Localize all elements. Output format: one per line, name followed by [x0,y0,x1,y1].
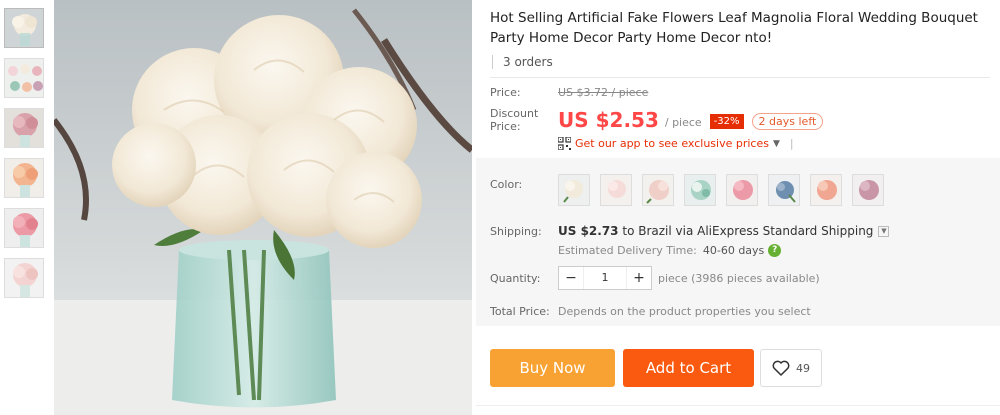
color-swatches [558,174,894,206]
app-promo-link[interactable]: Get our app to see exclusive prices ▼ | [558,137,1000,150]
chevron-down-icon[interactable]: ▼ [878,225,890,237]
add-to-cart-button[interactable]: Add to Cart [623,349,754,387]
color-swatch-green-white[interactable] [684,174,716,206]
thumbnail-3[interactable] [4,108,44,148]
color-swatch-pale-pink[interactable] [642,174,674,206]
thumbnail-4[interactable] [4,158,44,198]
shipping-cost: US $2.73 [558,224,619,238]
color-swatch-light-pink[interactable] [600,174,632,206]
order-count[interactable]: 3 orders [492,55,1000,69]
thumbnail-5[interactable] [4,208,44,248]
color-swatch-mauve[interactable] [852,174,884,206]
discount-price-row: Discount Price: US $2.53 / piece -32% 2 … [490,107,1000,133]
quantity-section: Quantity: − 1 + piece (3986 pieces avail… [490,266,820,290]
divider [476,405,1000,406]
days-left-badge: 2 days left [751,113,824,130]
product-page: Hot Selling Artificial Fake Flowers Leaf… [0,0,1000,415]
quantity-stepper: − 1 + [558,266,652,290]
buy-now-button[interactable]: Buy Now [490,349,615,387]
current-price: US $2.53 [558,108,659,132]
color-swatch-cream[interactable] [558,174,590,206]
color-swatch-peach[interactable] [810,174,842,206]
total-price-value: Depends on the product properties you se… [558,305,811,318]
quantity-input[interactable]: 1 [583,267,627,289]
delivery-days: 40-60 days [702,244,765,257]
chevron-down-icon: ▼ [772,138,780,149]
delivery-estimate: Estimated Delivery Time: 40-60 days ? [558,244,889,257]
price-unit: / piece [664,115,702,129]
discount-badge: -32% [709,114,744,129]
shipping-section: Shipping: US $2.73 to Brazil via AliExpr… [490,224,890,257]
thumbnail-6[interactable] [4,258,44,298]
delivery-label: Estimated Delivery Time: [558,244,697,257]
main-product-image[interactable] [54,0,472,415]
color-label: Color: [490,178,523,191]
color-swatch-pink[interactable] [726,174,758,206]
product-info: Hot Selling Artificial Fake Flowers Leaf… [490,0,1000,150]
total-price-section: Total Price: Depends on the product prop… [490,305,811,318]
divider [490,77,990,78]
action-buttons: Buy Now Add to Cart 49 [490,349,822,387]
shipping-destination: to Brazil via AliExpress Standard Shippi… [622,224,874,238]
thumbnail-1[interactable] [4,8,44,48]
quantity-increase-button[interactable]: + [627,267,651,289]
product-title: Hot Selling Artificial Fake Flowers Leaf… [490,10,978,46]
discount-price-label: Discount Price: [490,107,539,133]
color-swatch-blue[interactable] [768,174,800,206]
app-promo-text: Get our app to see exclusive prices [575,137,769,150]
shipping-method[interactable]: US $2.73 to Brazil via AliExpress Standa… [558,224,890,238]
total-price-label: Total Price: [490,305,550,318]
help-icon[interactable]: ? [768,244,782,257]
shipping-row: Shipping: US $2.73 to Brazil via AliExpr… [490,224,890,240]
quantity-decrease-button[interactable]: − [559,267,583,289]
divider: | [789,137,794,150]
qr-code-icon [558,137,571,150]
shipping-label: Shipping: [490,225,542,238]
wishlist-count: 49 [796,361,810,375]
thumbnail-strip [4,8,46,308]
original-price-row: Price: US $3.72 / piece [490,86,1000,99]
color-selector: Color: [490,174,894,206]
thumbnail-2[interactable] [4,58,44,98]
quantity-label: Quantity: [490,271,541,285]
heart-icon [772,360,790,376]
price-label: Price: [490,86,521,99]
quantity-available: piece (3986 pieces available) [658,271,820,285]
wishlist-button[interactable]: 49 [760,349,822,387]
original-price: US $3.72 / piece [558,86,649,99]
